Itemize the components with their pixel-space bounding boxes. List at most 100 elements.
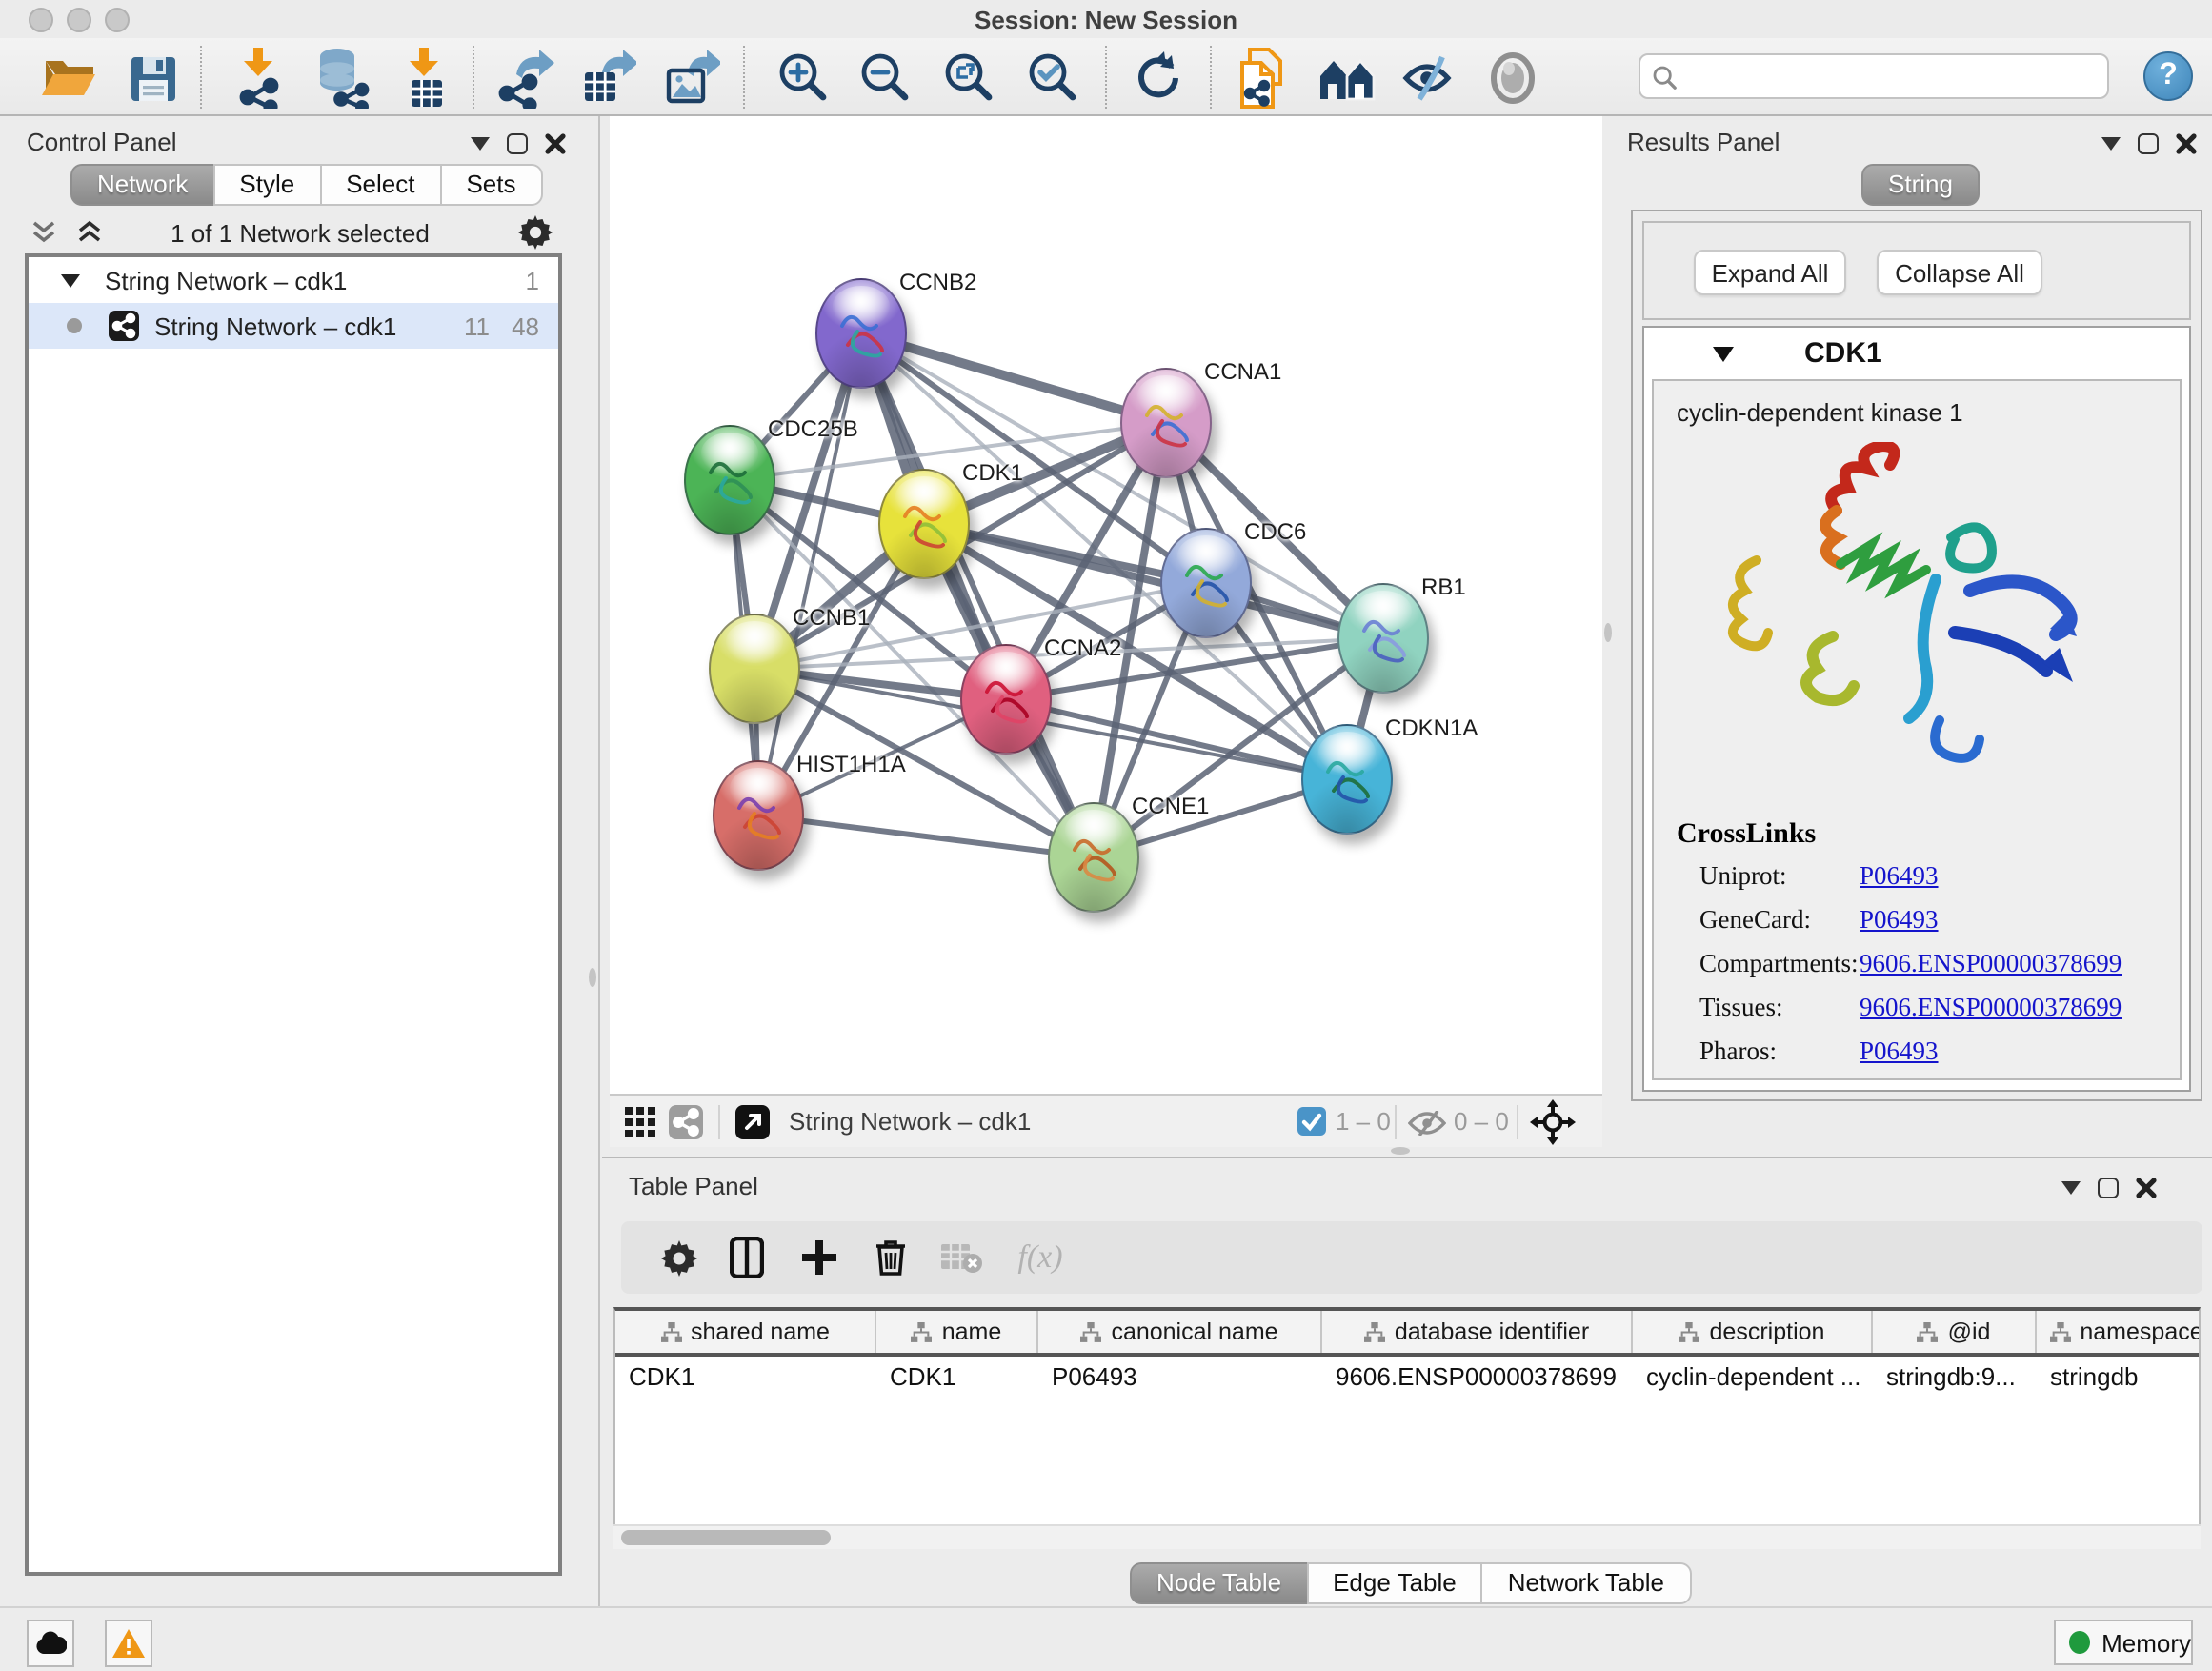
- cell-name[interactable]: CDK1: [876, 1357, 1038, 1399]
- network-node-CDC25B[interactable]: [684, 425, 775, 535]
- tab-edge-table[interactable]: Edge Table: [1306, 1562, 1483, 1604]
- open-session-button[interactable]: [34, 44, 103, 112]
- create-column-button[interactable]: [785, 1221, 854, 1294]
- tab-node-table[interactable]: Node Table: [1130, 1562, 1308, 1604]
- string-home-button[interactable]: [1313, 44, 1381, 112]
- cloud-status-button[interactable]: [27, 1620, 74, 1667]
- float-panel-icon[interactable]: [471, 137, 490, 151]
- crosslink-value-link[interactable]: 9606.ENSP00000378699: [1860, 949, 2122, 979]
- column-header-name[interactable]: name: [876, 1311, 1038, 1353]
- memory-button[interactable]: Memory: [2054, 1620, 2193, 1665]
- column-header-canonical-name[interactable]: canonical name: [1038, 1311, 1322, 1353]
- network-edge[interactable]: [924, 524, 1383, 638]
- table-options-button[interactable]: [644, 1221, 713, 1294]
- close-panel-icon[interactable]: [545, 133, 566, 154]
- scrollbar-thumb[interactable]: [621, 1530, 831, 1545]
- cell-shared-name[interactable]: CDK1: [615, 1357, 876, 1399]
- expand-all-button[interactable]: Expand All: [1694, 250, 1846, 295]
- network-node-CCNE1[interactable]: [1048, 802, 1139, 913]
- tab-network[interactable]: Network: [70, 164, 214, 206]
- hide-glass-effect-button[interactable]: [1395, 44, 1463, 112]
- search-input[interactable]: [1684, 61, 2096, 91]
- help-button[interactable]: ?: [2143, 51, 2193, 101]
- cell-description[interactable]: cyclin-dependent ...: [1633, 1357, 1873, 1399]
- close-panel-icon[interactable]: [2136, 1178, 2157, 1198]
- export-image-button[interactable]: [657, 44, 726, 112]
- horizontal-splitter-handle[interactable]: [1391, 1147, 1410, 1155]
- warning-icon: [112, 1629, 145, 1658]
- crosslink-row: Uniprot:P06493: [1699, 861, 2176, 892]
- network-node-CDK1[interactable]: [878, 469, 970, 579]
- network-node-CCNB1[interactable]: [709, 614, 800, 724]
- import-network-icon: [232, 48, 286, 109]
- network-node-HIST1H1A[interactable]: [713, 760, 804, 871]
- network-collection-row[interactable]: String Network – cdk1 1: [29, 257, 558, 303]
- import-string-network-button[interactable]: [1227, 44, 1296, 112]
- export-table-button[interactable]: [573, 44, 642, 112]
- delete-column-button[interactable]: [855, 1221, 924, 1294]
- crosslink-value-link[interactable]: P06493: [1860, 861, 1939, 892]
- birdseye-navigator-icon[interactable]: [1530, 1099, 1576, 1145]
- float-panel-icon[interactable]: [2101, 137, 2121, 151]
- column-header-@id[interactable]: @id: [1873, 1311, 2037, 1353]
- network-node-CCNA2[interactable]: [960, 644, 1052, 755]
- collapse-all-button[interactable]: Collapse All: [1877, 250, 2042, 295]
- cell-@id[interactable]: stringdb:9...: [1873, 1357, 2037, 1399]
- network-view-canvas[interactable]: CCNB2CCNA1CDC25BCDK1CDC6RB1CCNB1CCNA2CDK…: [610, 116, 1602, 1094]
- node-table[interactable]: shared namenamecanonical namedatabase id…: [613, 1307, 2201, 1549]
- import-table-from-file-button[interactable]: [392, 44, 461, 112]
- horizontal-scrollbar[interactable]: [613, 1524, 2201, 1549]
- column-header-namespace[interactable]: namespace: [2037, 1311, 2201, 1353]
- network-edge[interactable]: [758, 815, 1094, 857]
- column-header-label: @id: [1948, 1319, 1991, 1345]
- column-header-shared-name[interactable]: shared name: [615, 1311, 876, 1353]
- tab-style[interactable]: Style: [212, 164, 321, 206]
- network-node-RB1[interactable]: [1337, 583, 1429, 694]
- panel-splitter-handle[interactable]: [589, 968, 596, 987]
- zoom-selected-button[interactable]: [1017, 44, 1086, 112]
- grid-view-icon[interactable]: [625, 1107, 655, 1137]
- tab-sets[interactable]: Sets: [439, 164, 542, 206]
- network-node-CCNA1[interactable]: [1120, 368, 1212, 478]
- zoom-in-button[interactable]: [768, 44, 836, 112]
- section-collapse-icon[interactable]: [1713, 347, 1734, 362]
- apply-layout-button[interactable]: [1122, 44, 1191, 112]
- show-columns-button[interactable]: [713, 1221, 781, 1294]
- column-header-database-identifier[interactable]: database identifier: [1322, 1311, 1633, 1353]
- network-node-CCNB2[interactable]: [815, 278, 907, 389]
- zoom-fit-button[interactable]: [934, 44, 1002, 112]
- warnings-button[interactable]: [105, 1620, 152, 1667]
- crosslink-value-link[interactable]: 9606.ENSP00000378699: [1860, 993, 2122, 1023]
- network-options-gear-icon[interactable]: [518, 215, 553, 250]
- selected-nodes-checkbox-icon[interactable]: [1297, 1107, 1326, 1136]
- detach-view-icon[interactable]: [735, 1105, 770, 1139]
- save-session-button[interactable]: [118, 44, 187, 112]
- column-header-description[interactable]: description: [1633, 1311, 1873, 1353]
- cell-canonical-name[interactable]: P06493: [1038, 1357, 1322, 1399]
- tab-select[interactable]: Select: [319, 164, 441, 206]
- table-row[interactable]: CDK1CDK1P064939606.ENSP00000378699cyclin…: [615, 1357, 2199, 1399]
- tree-expander-icon[interactable]: [61, 273, 80, 287]
- maximize-panel-icon[interactable]: [2138, 133, 2159, 154]
- maximize-panel-icon[interactable]: [507, 133, 528, 154]
- float-panel-icon[interactable]: [2061, 1181, 2081, 1195]
- hidden-items-eye-icon[interactable]: [1408, 1111, 1446, 1136]
- tab-string[interactable]: String: [1861, 164, 1980, 206]
- export-network-button[interactable]: [492, 44, 560, 112]
- show-graphics-details-button[interactable]: [1478, 44, 1547, 112]
- network-row[interactable]: String Network – cdk1 11 48: [29, 303, 558, 349]
- tab-network-table[interactable]: Network Table: [1481, 1562, 1691, 1604]
- network-node-CDC6[interactable]: [1160, 528, 1252, 638]
- network-node-CDKN1A[interactable]: [1301, 724, 1393, 835]
- panel-splitter-handle[interactable]: [1604, 623, 1612, 642]
- close-panel-icon[interactable]: [2176, 133, 2197, 154]
- network-edge[interactable]: [861, 333, 1094, 857]
- import-network-from-database-button[interactable]: [307, 44, 375, 112]
- zoom-out-button[interactable]: [850, 44, 918, 112]
- crosslink-value-link[interactable]: P06493: [1860, 1037, 1939, 1067]
- import-network-from-file-button[interactable]: [225, 44, 293, 112]
- crosslink-value-link[interactable]: P06493: [1860, 905, 1939, 936]
- cell-database-identifier[interactable]: 9606.ENSP00000378699: [1322, 1357, 1633, 1399]
- maximize-panel-icon[interactable]: [2098, 1178, 2119, 1198]
- cell-namespace[interactable]: stringdb: [2037, 1357, 2201, 1399]
